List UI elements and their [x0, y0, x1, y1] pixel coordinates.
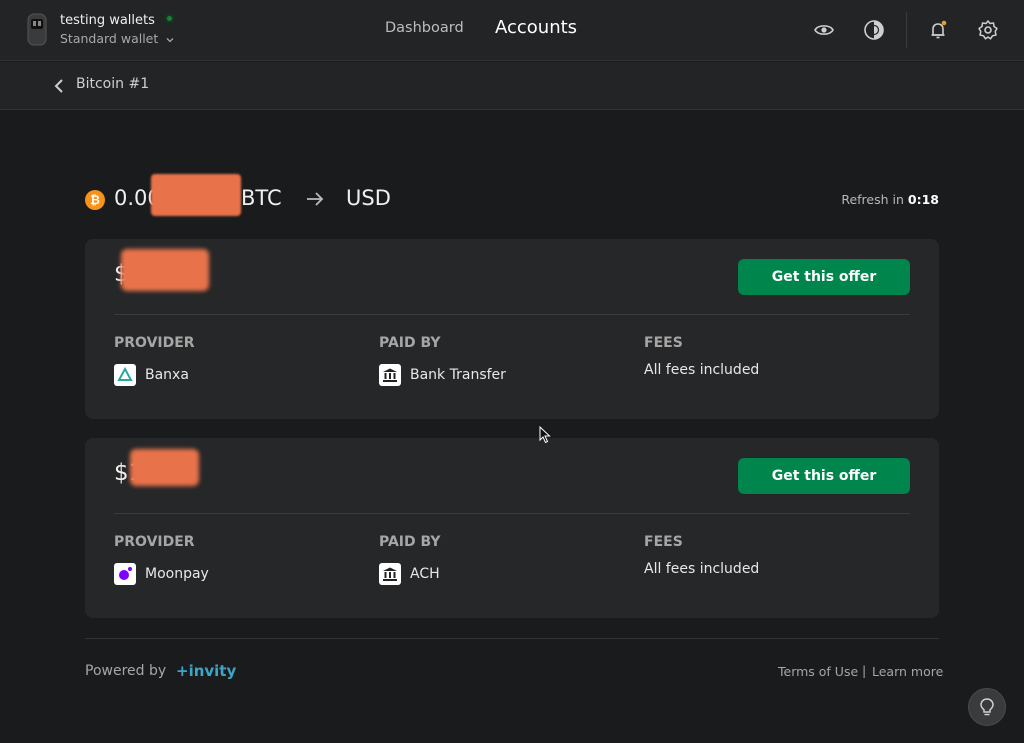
provider-value: Moonpay	[114, 563, 209, 585]
refresh-time: 0:18	[907, 192, 939, 207]
footer-separator: |	[862, 663, 867, 678]
moonpay-icon	[114, 563, 136, 585]
paid-by-title: PAID BY	[379, 335, 441, 351]
redacted-price	[121, 249, 209, 291]
nav-dashboard[interactable]: Dashboard	[385, 20, 464, 36]
fees-value: All fees included	[644, 362, 760, 378]
redacted-amount	[151, 174, 241, 216]
provider-title: PROVIDER	[114, 335, 195, 351]
device-icon[interactable]	[27, 13, 47, 46]
bank-icon	[379, 364, 401, 386]
invity-logo[interactable]: +invity	[176, 662, 236, 680]
bell-icon[interactable]	[926, 18, 950, 42]
wallet-type-label: Standard wallet	[60, 31, 159, 46]
provider-name: Banxa	[145, 367, 189, 383]
breadcrumb: Bitcoin #1	[0, 62, 1024, 110]
bank-icon	[379, 563, 401, 585]
gear-icon[interactable]	[976, 18, 1000, 42]
banxa-icon	[114, 364, 136, 386]
payment-method: Bank Transfer	[410, 367, 506, 383]
provider-value: Banxa	[114, 364, 189, 386]
terms-of-use-link[interactable]: Terms of Use	[778, 664, 858, 679]
get-offer-button[interactable]: Get this offer	[738, 458, 910, 494]
payment-method: ACH	[410, 566, 440, 582]
card-divider	[114, 314, 910, 315]
arrow-right-icon	[307, 192, 324, 206]
paid-by-title: PAID BY	[379, 534, 441, 550]
eye-icon[interactable]	[812, 18, 836, 42]
learn-more-link[interactable]: Learn more	[872, 664, 943, 679]
paid-by-value: ACH	[379, 563, 440, 585]
paid-by-value: Bank Transfer	[379, 364, 506, 386]
refresh-timer: Refresh in 0:18	[841, 192, 939, 207]
provider-name: Moonpay	[145, 566, 209, 582]
card-divider	[114, 513, 910, 514]
fees-value: All fees included	[644, 561, 760, 577]
breadcrumb-account-label[interactable]: Bitcoin #1	[76, 76, 149, 92]
bitcoin-icon: ₿	[85, 190, 105, 210]
lightbulb-icon[interactable]	[968, 688, 1006, 726]
wallet-status-dot	[165, 14, 175, 23]
redacted-price	[130, 449, 199, 486]
header-divider	[906, 12, 907, 48]
powered-by-label: Powered by	[85, 663, 167, 679]
fiat-unit: USD	[346, 186, 391, 210]
fees-title: FEES	[644, 335, 683, 351]
footer-divider	[85, 638, 939, 639]
crypto-unit: BTC	[241, 186, 282, 210]
get-offer-button[interactable]: Get this offer	[738, 259, 910, 295]
chevron-down-icon	[166, 37, 174, 42]
offer-card: $1 Get this offer PROVIDER Moonpay PAID …	[85, 438, 939, 618]
mouse-cursor-icon	[539, 426, 551, 444]
wallet-name[interactable]: testing wallets	[60, 13, 175, 28]
offer-card: $ Get this offer PROVIDER Banxa PAID BY …	[85, 239, 939, 419]
wallet-type-selector[interactable]: Standard wallet	[60, 31, 175, 46]
top-bar: testing wallets Standard wallet Dashboar…	[0, 0, 1024, 61]
provider-title: PROVIDER	[114, 534, 195, 550]
wallet-name-label: testing wallets	[60, 13, 155, 28]
theme-icon[interactable]	[862, 18, 886, 42]
nav-accounts[interactable]: Accounts	[495, 17, 577, 38]
chevron-left-icon[interactable]	[52, 77, 66, 95]
fees-title: FEES	[644, 534, 683, 550]
refresh-label: Refresh in	[841, 192, 904, 207]
